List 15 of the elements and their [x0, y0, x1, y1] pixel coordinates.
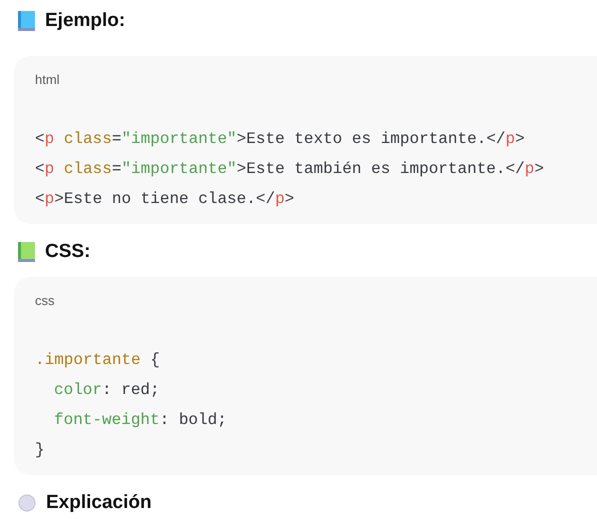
code-line: .importante {	[35, 350, 160, 371]
section-heading: Ejemplo:	[45, 10, 126, 32]
code-line: }	[35, 440, 45, 461]
book-icon	[18, 11, 35, 31]
book-icon	[18, 242, 35, 262]
section-heading: Explicación	[46, 492, 152, 514]
circle-icon	[18, 494, 36, 512]
language-label: html	[35, 72, 60, 87]
code-line: color: red;	[53, 380, 160, 401]
code-line: font-weight: bold;	[53, 410, 227, 431]
code-line: <p class="importante">Este texto es importante.</p>	[35, 129, 525, 150]
code-line: <p>Este no tiene clase.</p>	[35, 189, 294, 210]
section-heading: CSS:	[45, 241, 90, 263]
language-label: css	[35, 293, 54, 308]
code-line: <p class="importante">Este también es importante.</p>	[35, 159, 544, 180]
